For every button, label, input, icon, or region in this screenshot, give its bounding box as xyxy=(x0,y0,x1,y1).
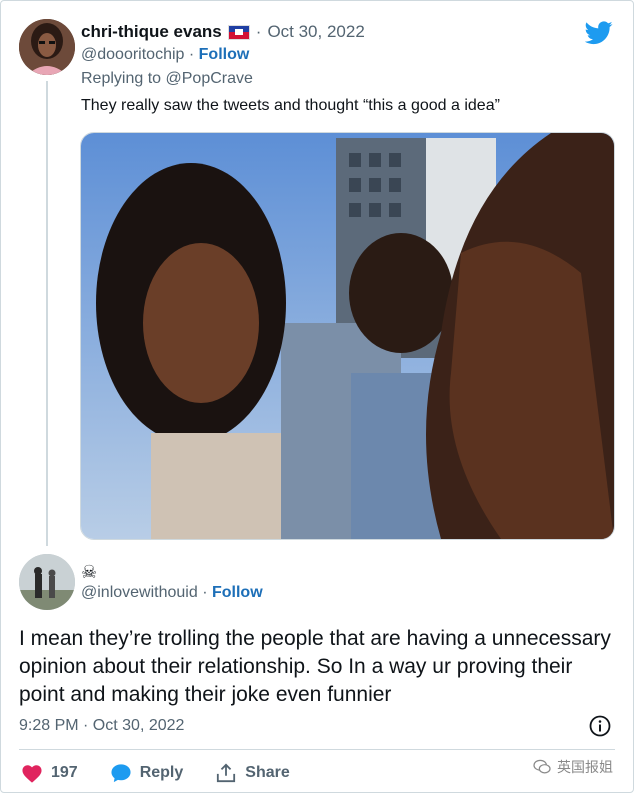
tweet-body: I mean they’re trolling the people that … xyxy=(19,627,611,706)
tweet-date[interactable]: Oct 30, 2022 xyxy=(267,22,364,42)
user-handle[interactable]: @inlovewithouid xyxy=(81,584,198,601)
date-separator: · xyxy=(255,22,262,41)
user-handle[interactable]: @doooritochip xyxy=(81,46,184,63)
like-count: 197 xyxy=(51,764,78,781)
share-button[interactable]: Share xyxy=(215,763,290,783)
handle-row: @doooritochip · Follow xyxy=(81,46,249,64)
display-name[interactable]: chri-thique evans xyxy=(81,22,222,42)
haiti-flag-icon xyxy=(227,24,250,40)
share-label: Share xyxy=(245,764,290,781)
author-name-row: chri-thique evans · Oct 30, 2022 xyxy=(81,21,365,43)
replying-to-line: Replying to @PopCrave xyxy=(81,70,253,88)
heart-icon xyxy=(22,765,42,783)
watermark-text: 英国报姐 xyxy=(557,759,613,775)
follow-separator: · xyxy=(202,584,208,601)
replying-to-handle[interactable]: @PopCrave xyxy=(166,70,253,87)
divider xyxy=(19,749,615,750)
watermark: 英国报姐 xyxy=(533,757,613,777)
follow-link[interactable]: Follow xyxy=(199,46,250,63)
reply-label: Reply xyxy=(139,764,184,781)
info-icon[interactable] xyxy=(589,715,611,737)
follow-separator: · xyxy=(188,46,195,63)
thread-connector-line xyxy=(46,81,48,546)
avatar[interactable] xyxy=(19,554,75,610)
wechat-icon xyxy=(533,759,551,774)
share-icon xyxy=(217,763,236,783)
replying-prefix: Replying to xyxy=(81,70,162,87)
tweet-timestamp[interactable]: 9:28 PM · Oct 30, 2022 xyxy=(19,717,184,735)
reply-button[interactable]: Reply xyxy=(110,763,184,783)
avatar[interactable] xyxy=(19,19,75,75)
reply-bubble-icon xyxy=(111,764,131,783)
tweet-text: They really saw the tweets and thought “… xyxy=(81,97,500,114)
tweet-photo[interactable] xyxy=(80,132,615,540)
tweet-embed-card: chri-thique evans · Oct 30, 2022 @dooori… xyxy=(0,0,634,793)
handle-row: @inlovewithouid · Follow xyxy=(81,584,263,602)
display-name-emoji[interactable]: ☠ xyxy=(81,562,97,583)
twitter-bird-icon[interactable] xyxy=(585,21,613,45)
like-button[interactable]: 197 xyxy=(21,763,78,783)
action-bar: 197 Reply Share xyxy=(21,759,322,787)
follow-link[interactable]: Follow xyxy=(212,584,263,601)
